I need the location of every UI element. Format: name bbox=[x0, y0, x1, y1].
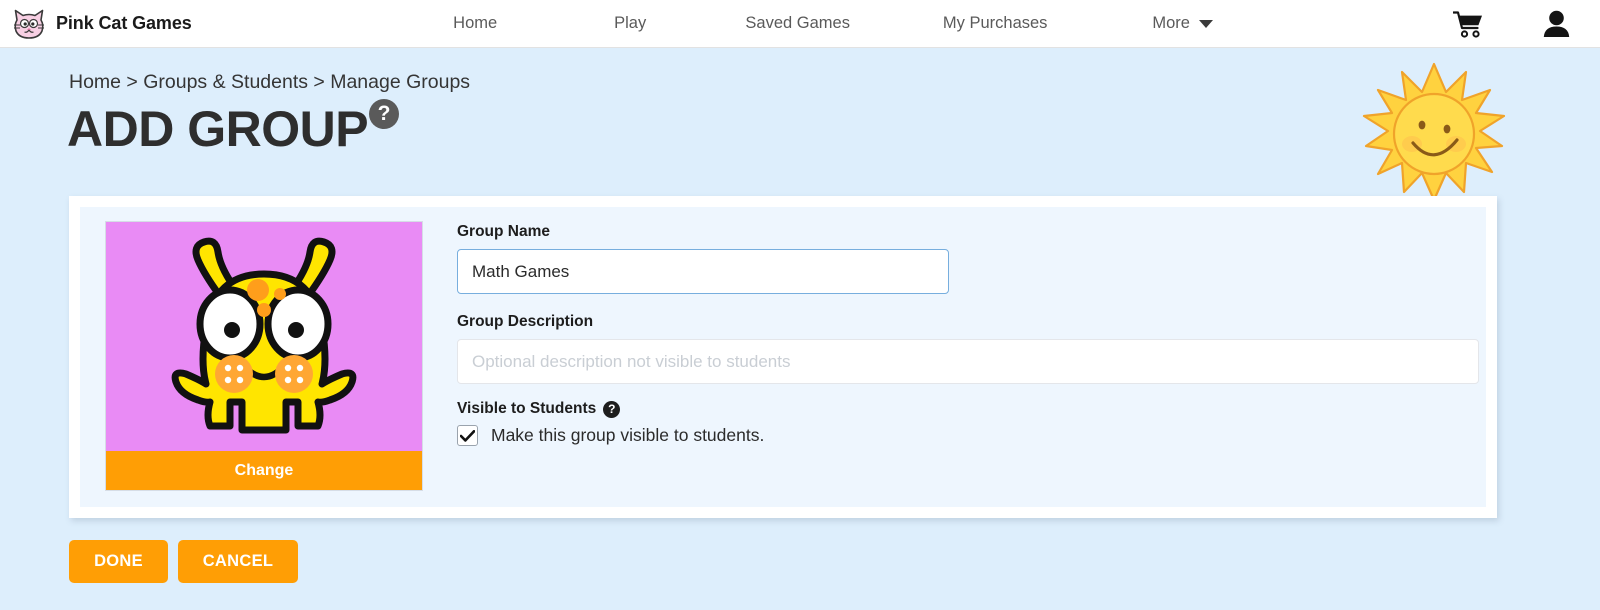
visible-to-students-checkbox[interactable] bbox=[457, 425, 478, 446]
visible-to-students-checkbox-label: Make this group visible to students. bbox=[491, 425, 765, 445]
nav-icon-group bbox=[1424, 0, 1600, 48]
pink-cat-logo-icon bbox=[12, 8, 46, 40]
visible-to-students-checkbox-row[interactable]: Make this group visible to students. bbox=[457, 425, 1479, 446]
done-button[interactable]: DONE bbox=[69, 540, 168, 583]
group-form: Group Name Group Description Visible to … bbox=[423, 221, 1495, 507]
add-group-card: Change Group Name Group Description Visi… bbox=[69, 196, 1497, 518]
nav-links: Home Play Saved Games My Purchases More bbox=[398, 14, 1263, 33]
page-title: ADD GROUP bbox=[67, 101, 369, 157]
cancel-button[interactable]: CANCEL bbox=[178, 540, 298, 583]
visible-to-students-label-row: Visible to Students ? bbox=[457, 400, 1479, 418]
nav-link-play[interactable]: Play bbox=[553, 14, 708, 33]
user-account-icon[interactable] bbox=[1512, 10, 1600, 38]
visible-to-students-group: Visible to Students ? Make this group vi… bbox=[457, 400, 1479, 446]
group-name-label: Group Name bbox=[457, 223, 551, 240]
nav-link-saved-games[interactable]: Saved Games bbox=[708, 14, 888, 33]
form-action-buttons: DONE CANCEL bbox=[69, 540, 298, 583]
top-navbar: Pink Cat Games Home Play Saved Games My … bbox=[0, 0, 1600, 48]
group-avatar-block: Change bbox=[105, 221, 423, 491]
group-description-label: Group Description bbox=[457, 313, 594, 330]
help-icon[interactable]: ? bbox=[369, 99, 400, 129]
visible-to-students-label: Visible to Students bbox=[457, 400, 597, 417]
nav-link-more[interactable]: More bbox=[1103, 14, 1263, 33]
nav-more-label: More bbox=[1152, 14, 1190, 32]
shopping-cart-icon[interactable] bbox=[1424, 10, 1512, 38]
yellow-monster-avatar bbox=[106, 222, 422, 451]
add-group-card-inner: Change Group Name Group Description Visi… bbox=[80, 207, 1486, 507]
chevron-down-icon bbox=[1198, 19, 1213, 28]
brand-logo-link[interactable]: Pink Cat Games bbox=[12, 8, 192, 40]
group-name-field-group: Group Name bbox=[457, 223, 1479, 294]
checkmark-icon bbox=[460, 429, 475, 442]
page-title-row: ADD GROUP ? bbox=[67, 99, 400, 157]
visible-to-students-help-icon[interactable]: ? bbox=[603, 400, 621, 418]
change-avatar-button[interactable]: Change bbox=[106, 451, 422, 490]
nav-link-home[interactable]: Home bbox=[398, 14, 553, 33]
group-description-input[interactable] bbox=[457, 339, 1479, 384]
breadcrumb[interactable]: Home > Groups & Students > Manage Groups bbox=[69, 71, 470, 94]
group-name-input[interactable] bbox=[457, 249, 949, 294]
nav-link-my-purchases[interactable]: My Purchases bbox=[888, 14, 1103, 33]
group-description-field-group: Group Description bbox=[457, 313, 1479, 384]
smiling-sun-icon bbox=[1347, 62, 1522, 212]
brand-name: Pink Cat Games bbox=[56, 13, 192, 33]
